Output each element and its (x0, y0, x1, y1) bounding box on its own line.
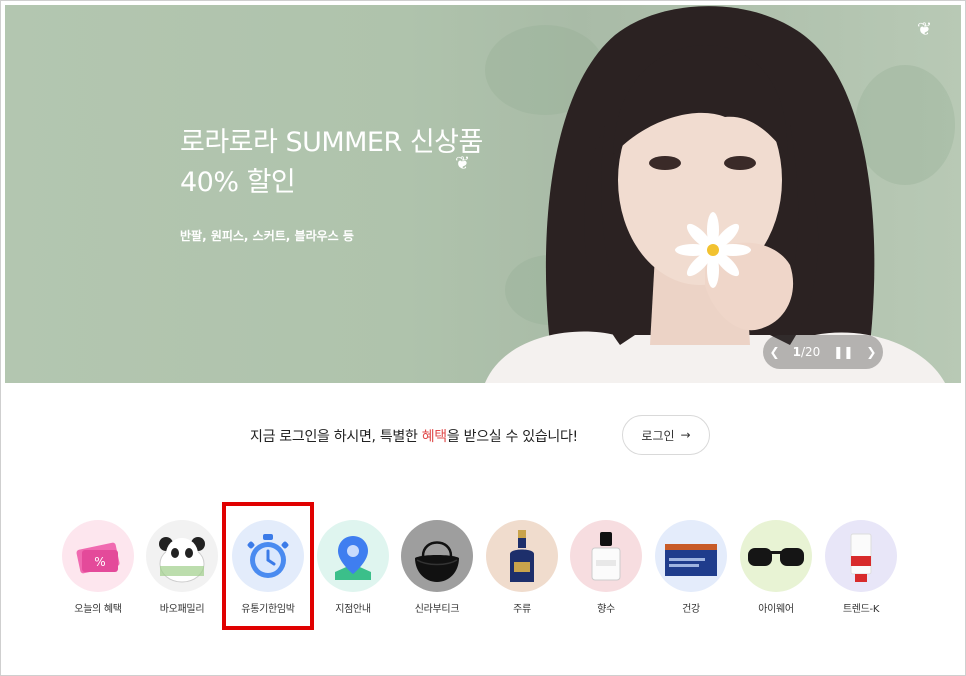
category-circle (401, 520, 473, 592)
category-item-liquor[interactable]: 주류 (480, 520, 564, 615)
panda-icon (146, 520, 218, 592)
category-circle: % (62, 520, 134, 592)
category-label: 지점안내 (335, 604, 371, 615)
category-item-bao-family[interactable]: 바오패밀리 (140, 520, 224, 615)
handbag-icon (401, 520, 473, 592)
category-item-store-guide[interactable]: 지점안내 (311, 520, 395, 615)
banner-title-line2: 40% 할인 (180, 167, 296, 198)
category-item-trend-k[interactable]: 트렌드-K (819, 520, 903, 615)
login-message: 지금 로그인을 하시면, 특별한 혜택을 받으실 수 있습니다! (250, 426, 578, 446)
category-item-today-benefit[interactable]: % 오늘의 혜택 (56, 520, 140, 615)
category-label: 건강 (682, 604, 700, 615)
category-label: 향수 (597, 604, 615, 615)
hero-banner[interactable]: 로라로라 SUMMER 신상품 40% 할인 반팔, 원피스, 스커트, 블라우… (5, 5, 961, 383)
butterfly-icon: ❦ (917, 19, 933, 40)
category-circle (570, 520, 642, 592)
perfume-icon (570, 520, 642, 592)
login-message-start: 지금 로그인을 하시면, 특별한 (250, 429, 422, 445)
category-circle (486, 520, 558, 592)
banner-subtitle: 반팔, 원피스, 스커트, 블라우스 등 (180, 229, 354, 243)
category-label: 신라부티크 (414, 604, 460, 615)
next-slide-icon[interactable]: ❯ (866, 345, 876, 359)
map-pin-icon (317, 520, 389, 592)
category-label: 주류 (513, 604, 531, 615)
login-message-highlight: 혜택 (421, 429, 447, 445)
coupon-icon: % (62, 520, 134, 592)
prev-slide-icon[interactable]: ❮ (770, 345, 780, 359)
banner-title-line1: 로라로라 SUMMER 신상품 (180, 127, 483, 158)
login-button[interactable]: 로그인 → (622, 415, 710, 455)
login-button-label: 로그인 (641, 428, 675, 443)
category-circle (740, 520, 812, 592)
slide-counter: 1/20 (793, 345, 821, 359)
model-photo (485, 6, 945, 383)
sunglasses-icon (740, 520, 812, 592)
highlight-annotation-box (222, 502, 314, 630)
category-item-health[interactable]: 건강 (649, 520, 733, 615)
login-message-end: 을 받으실 수 있습니다! (446, 429, 578, 445)
category-label: 바오패밀리 (159, 604, 205, 615)
category-circle (317, 520, 389, 592)
category-label: 아이웨어 (758, 604, 794, 615)
banner-pager: ❮ 1/20 ❚❚ ❯ (763, 335, 883, 369)
category-circle (825, 520, 897, 592)
login-prompt: 지금 로그인을 하시면, 특별한 혜택을 받으실 수 있습니다! 로그인 → (0, 415, 966, 455)
banner-title: 로라로라 SUMMER 신상품 40% 할인 (180, 123, 483, 203)
category-item-perfume[interactable]: 향수 (564, 520, 648, 615)
total-slides: 20 (804, 345, 821, 359)
butterfly-icon: ❦ (455, 153, 471, 174)
category-label: 트렌드-K (842, 604, 880, 615)
category-item-eyewear[interactable]: 아이웨어 (734, 520, 818, 615)
supplement-box-icon (655, 520, 727, 592)
cream-tube-icon (825, 520, 897, 592)
category-item-shilla-boutique[interactable]: 신라부티크 (395, 520, 479, 615)
category-circle (146, 520, 218, 592)
category-circle (655, 520, 727, 592)
svg-text:%: % (94, 555, 105, 569)
pause-icon[interactable]: ❚❚ (833, 345, 853, 359)
arrow-right-icon: → (680, 428, 691, 442)
liquor-bottle-icon (486, 520, 558, 592)
current-slide: 1 (792, 345, 801, 359)
category-label: 오늘의 혜택 (74, 604, 122, 615)
category-shortcuts: % 오늘의 혜택 바오패밀리 유통기한임박 지점안내 신라부티크 주류 향수 건… (0, 520, 966, 620)
